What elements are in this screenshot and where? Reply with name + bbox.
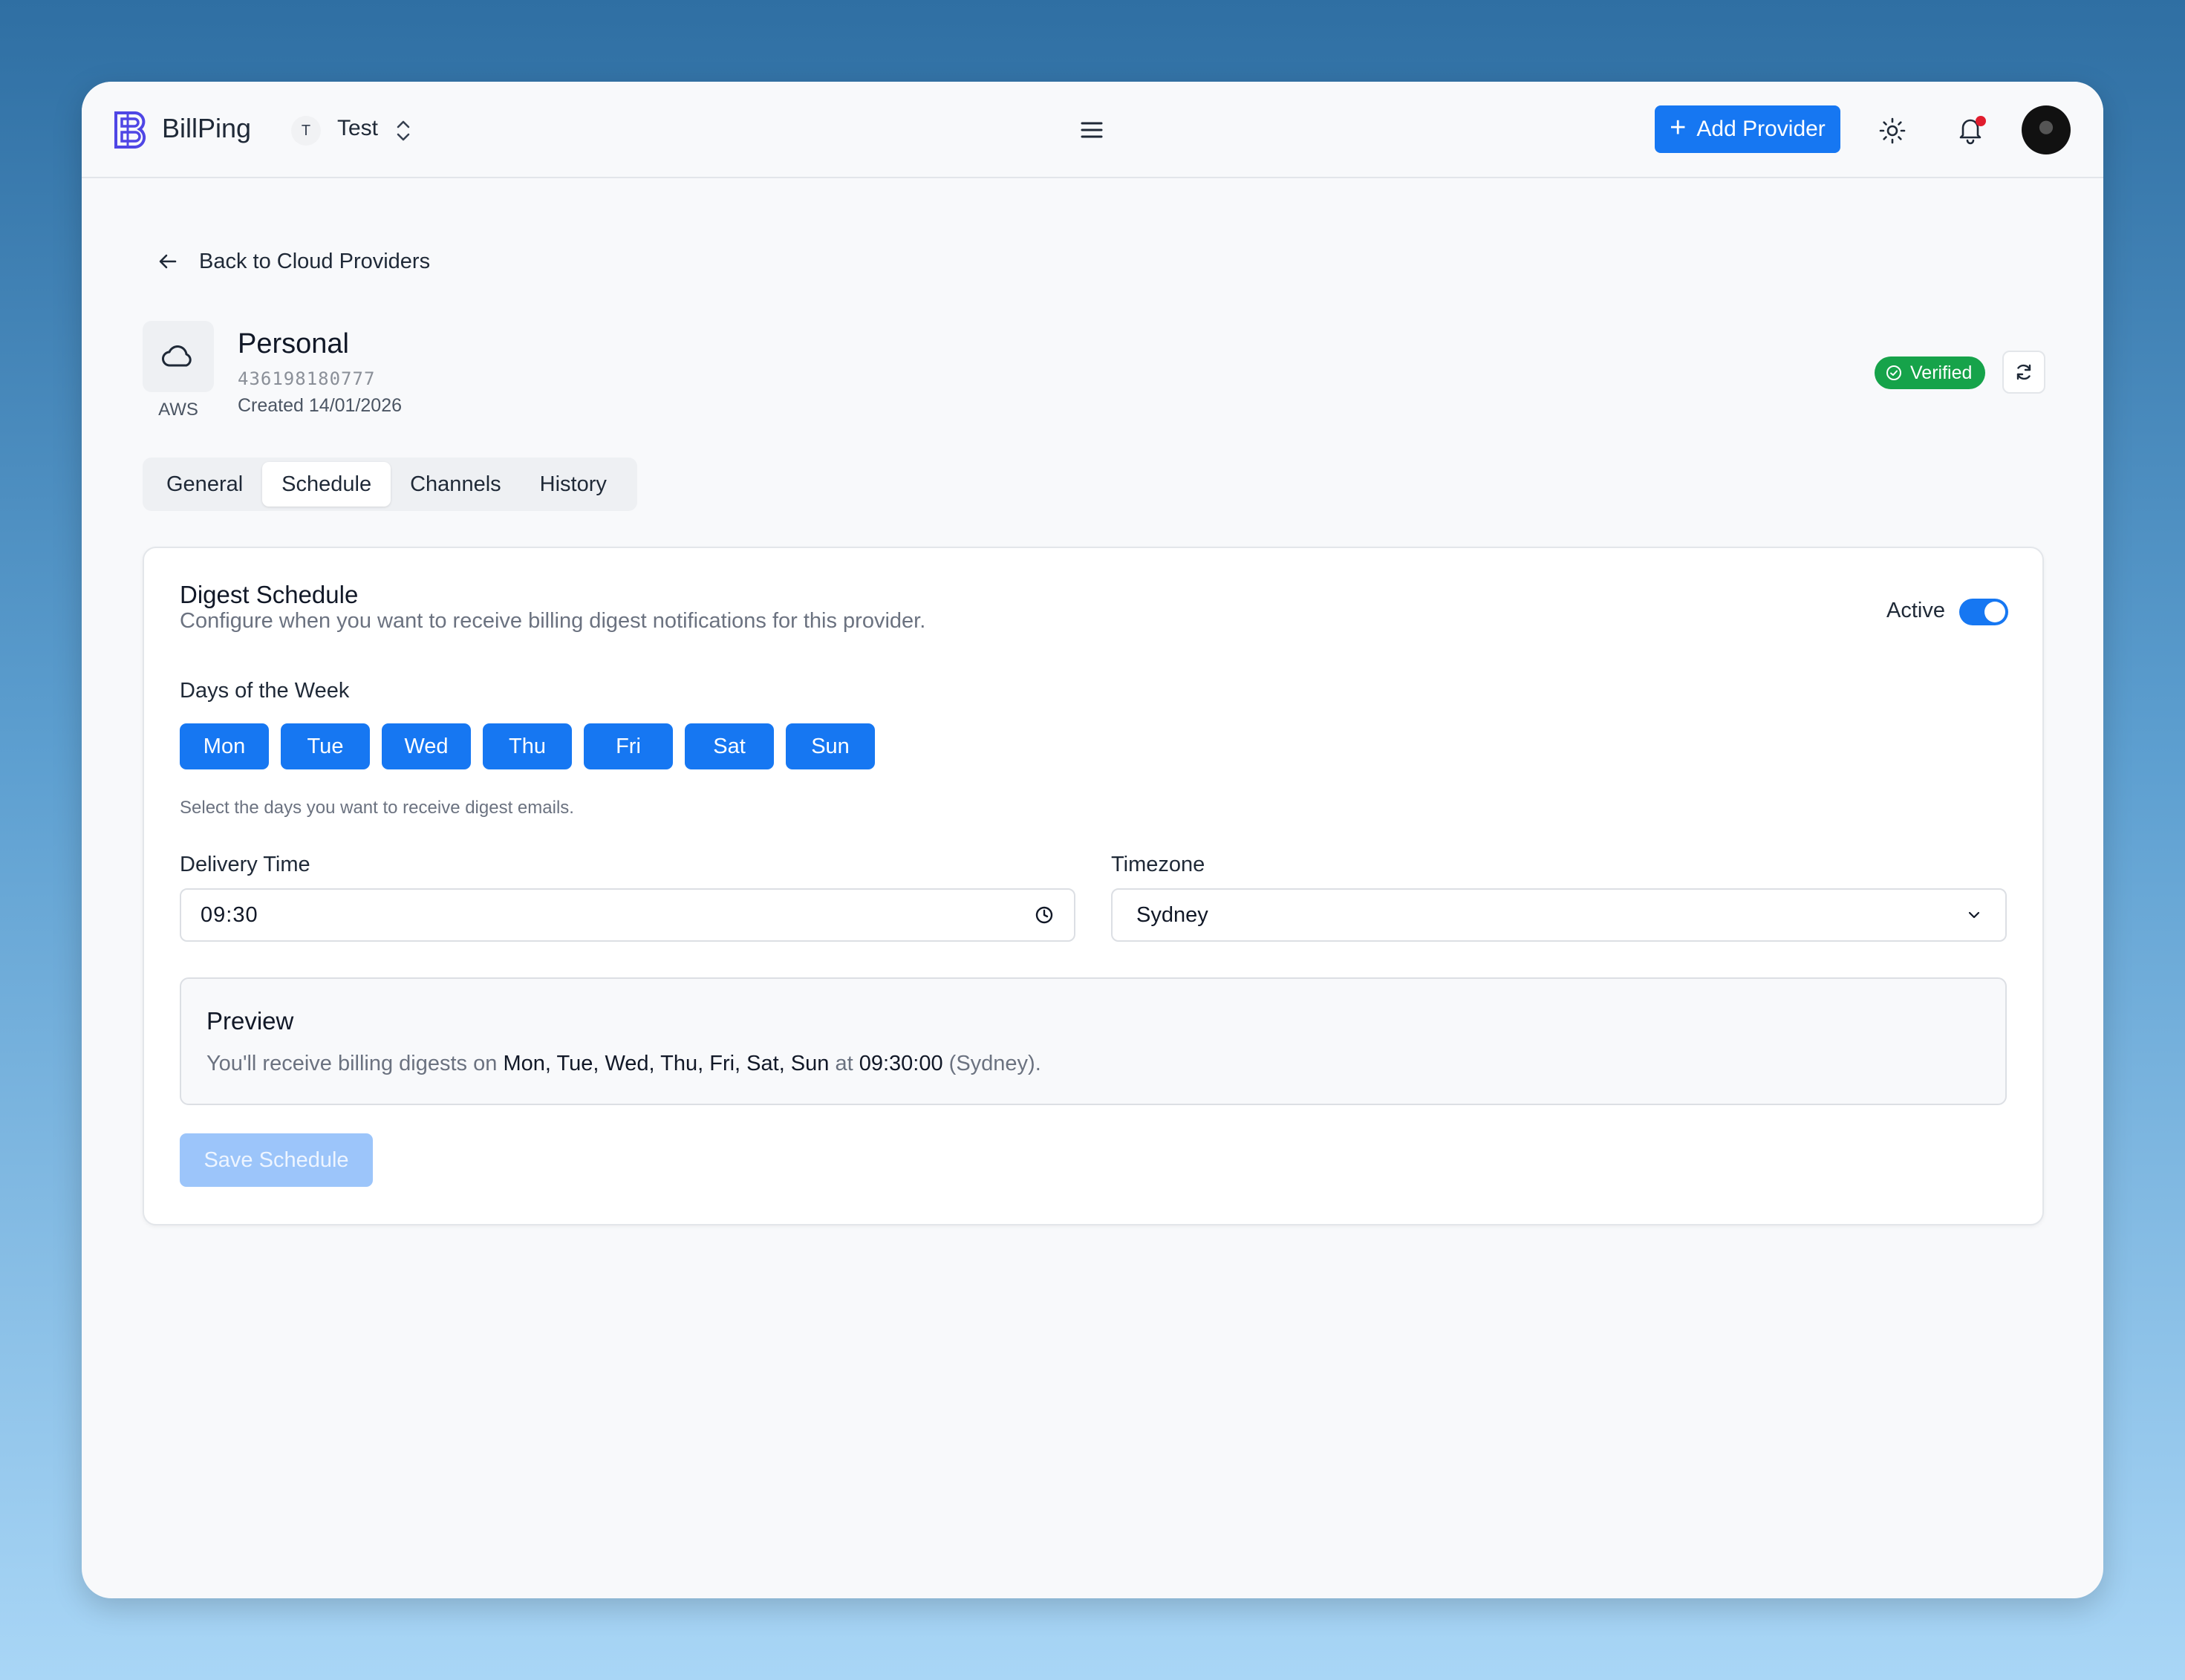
- toggle-knob: [1984, 602, 2005, 622]
- timezone-label: Timezone: [1111, 853, 1205, 876]
- preview-title: Preview: [206, 1007, 294, 1035]
- preview-text: You'll receive billing digests on Mon, T…: [206, 1052, 1041, 1076]
- preview-days: Mon, Tue, Wed, Thu, Fri, Sat, Sun: [503, 1052, 830, 1075]
- preview-timezone: (Sydney).: [942, 1052, 1041, 1075]
- hamburger-menu-icon[interactable]: [1078, 117, 1105, 143]
- chevron-up-down-icon[interactable]: [392, 116, 414, 146]
- billping-logo-icon: [114, 111, 146, 149]
- verified-badge: Verified: [1875, 356, 1986, 389]
- days-selector: Mon Tue Wed Thu Fri Sat Sun: [180, 723, 875, 769]
- provider-tabs: General Schedule Channels History: [143, 458, 637, 511]
- chevron-down-icon: [1968, 911, 1980, 919]
- brand-name: BillPing: [162, 113, 252, 143]
- sun-icon[interactable]: [1878, 116, 1907, 146]
- preview-prefix: You'll receive billing digests on: [206, 1052, 504, 1075]
- card-title: Digest Schedule: [180, 581, 359, 608]
- clock-icon[interactable]: [1034, 905, 1055, 925]
- tab-general[interactable]: General: [147, 462, 262, 507]
- delivery-time-label: Delivery Time: [180, 853, 310, 876]
- preview-at: at: [829, 1052, 859, 1075]
- tab-channels[interactable]: Channels: [391, 462, 521, 507]
- workspace-avatar[interactable]: T: [291, 116, 321, 146]
- back-link-label: Back to Cloud Providers: [199, 249, 431, 273]
- notification-dot: [1976, 116, 1986, 126]
- day-mon-button[interactable]: Mon: [180, 723, 269, 769]
- timezone-value: Sydney: [1136, 902, 1208, 927]
- refresh-button[interactable]: [2002, 351, 2045, 394]
- active-toggle[interactable]: [1959, 599, 2008, 625]
- back-link[interactable]: Back to Cloud Providers: [156, 247, 430, 276]
- provider-type: AWS: [158, 400, 198, 420]
- save-schedule-button[interactable]: Save Schedule: [180, 1133, 373, 1187]
- day-wed-button[interactable]: Wed: [382, 723, 471, 769]
- day-fri-button[interactable]: Fri: [584, 723, 673, 769]
- cloud-icon: [162, 345, 192, 367]
- provider-icon-box: [143, 321, 214, 392]
- card-description: Configure when you want to receive billi…: [180, 609, 926, 633]
- refresh-icon: [2016, 364, 2031, 380]
- notifications-button[interactable]: [1953, 113, 1987, 147]
- arrow-left-icon: [159, 254, 177, 269]
- verified-label: Verified: [1910, 362, 1973, 383]
- preview-time: 09:30:00: [859, 1052, 943, 1075]
- plus-icon: +: [1670, 112, 1687, 143]
- add-provider-button[interactable]: + Add Provider: [1655, 105, 1840, 153]
- day-sat-button[interactable]: Sat: [685, 723, 774, 769]
- tab-schedule[interactable]: Schedule: [262, 462, 391, 507]
- days-of-week-label: Days of the Week: [180, 679, 350, 703]
- add-provider-label: Add Provider: [1696, 117, 1826, 141]
- day-thu-button[interactable]: Thu: [483, 723, 572, 769]
- delivery-time-input[interactable]: 09:30: [180, 888, 1075, 942]
- provider-created-date: Created 14/01/2026: [238, 395, 403, 416]
- digest-schedule-card: Digest Schedule Configure when you want …: [143, 547, 2044, 1225]
- timezone-select[interactable]: Sydney: [1111, 888, 2007, 942]
- provider-account-id: 436198180777: [238, 368, 376, 389]
- day-sun-button[interactable]: Sun: [786, 723, 875, 769]
- delivery-time-value: 09:30: [201, 902, 258, 927]
- tab-history[interactable]: History: [521, 462, 626, 507]
- schedule-preview: Preview You'll receive billing digests o…: [180, 977, 2007, 1105]
- user-avatar[interactable]: [2022, 105, 2071, 154]
- top-bar: BillPing T Test + Add Provider: [82, 82, 2103, 178]
- day-tue-button[interactable]: Tue: [281, 723, 370, 769]
- workspace-name[interactable]: Test: [337, 116, 378, 141]
- check-circle-icon: [1886, 365, 1901, 380]
- active-label: Active: [1886, 599, 1945, 622]
- provider-name: Personal: [238, 328, 349, 359]
- app-window: BillPing T Test + Add Provider Back to C…: [82, 82, 2103, 1598]
- days-hint: Select the days you want to receive dige…: [180, 798, 574, 818]
